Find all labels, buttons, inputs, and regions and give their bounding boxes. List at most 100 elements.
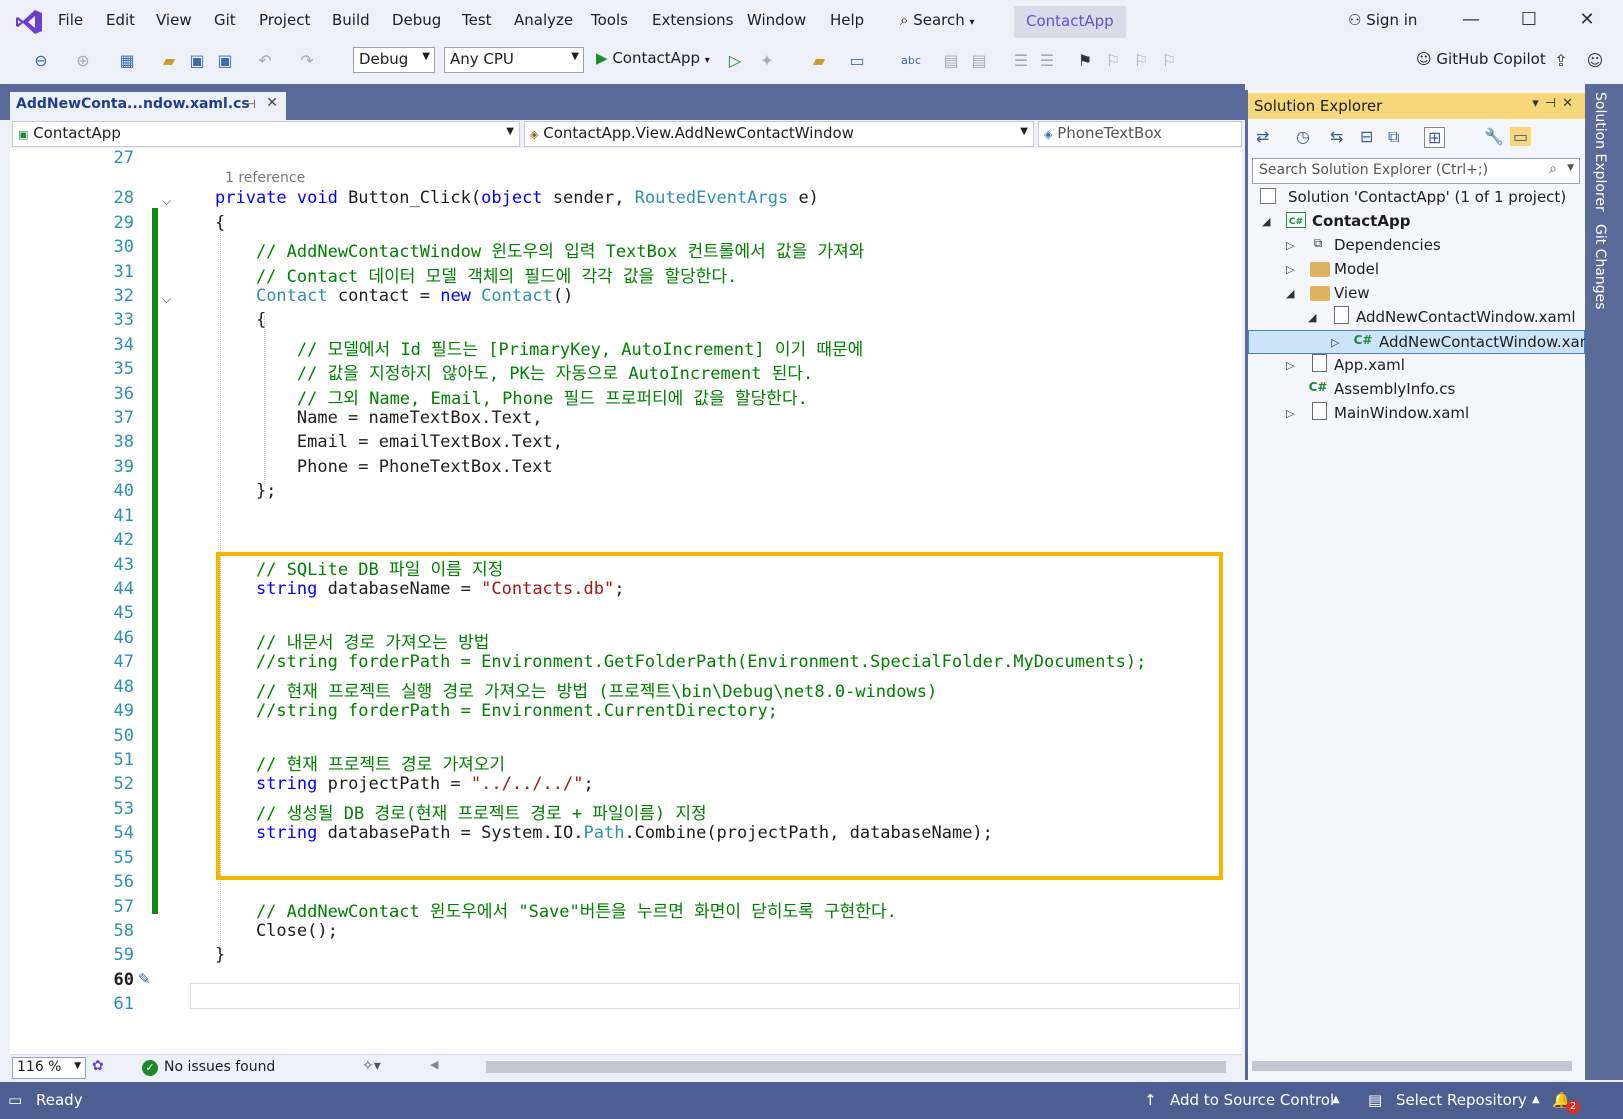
redo-icon[interactable]: ↷ <box>296 50 318 72</box>
show-all-files-icon[interactable]: ⧉ <box>1388 127 1399 147</box>
collapsed-arrow-icon[interactable]: ▷ <box>1286 407 1294 420</box>
menu-test[interactable]: Test <box>462 11 492 29</box>
outdent-icon[interactable]: ☰ <box>1010 50 1032 72</box>
panel-window-buttons[interactable]: ▾⊣✕ <box>1532 96 1579 111</box>
uncomment-icon[interactable]: ▤ <box>968 50 990 72</box>
tree-item-addnewcontactwindow-xaml[interactable]: ◢ AddNewContactWindow.xaml <box>1248 306 1585 330</box>
pending-changes-filter-icon[interactable]: ⊞ <box>1424 127 1446 148</box>
browse-icon[interactable]: ▰ <box>808 50 830 72</box>
code-line-58: Close(); <box>215 921 338 941</box>
code-lens-references[interactable]: 1 reference <box>225 170 305 186</box>
expanded-arrow-icon[interactable]: ◢ <box>1262 215 1270 228</box>
menu-help[interactable]: Help <box>830 11 864 29</box>
tree-item-addnewcontactwindow-xaml-cs[interactable]: ▷ C# AddNewContactWindow.xam <box>1248 330 1594 354</box>
tree-item-mainwindow-xaml[interactable]: ▷ MainWindow.xaml <box>1248 402 1585 426</box>
open-folder-icon[interactable]: ▰ <box>158 50 180 72</box>
navigate-back-icon[interactable]: ⊖ <box>30 50 52 72</box>
preview-selected-icon[interactable]: ▭ <box>1510 127 1532 146</box>
menu-git[interactable]: Git <box>214 11 236 29</box>
minimize-icon[interactable]: — <box>1456 9 1486 30</box>
feedback-icon[interactable]: ☺ <box>1584 50 1606 72</box>
zoom-level-select[interactable]: 116 % ▼ <box>12 1057 86 1079</box>
clear-bookmarks-icon[interactable]: ⚐ <box>1158 50 1180 72</box>
collapsed-arrow-icon[interactable]: ▷ <box>1286 359 1294 372</box>
line-number: 58 <box>113 921 134 941</box>
sign-in-button[interactable]: ⚇ Sign in <box>1348 11 1417 29</box>
undo-icon[interactable]: ↶ <box>254 50 276 72</box>
quick-actions-icon[interactable]: ✎ <box>138 970 151 988</box>
save-icon[interactable]: ▣ <box>186 50 208 72</box>
spell-check-icon[interactable]: abc <box>900 50 922 72</box>
switch-views-icon[interactable]: ⇄ <box>1256 127 1269 146</box>
menu-view[interactable]: View <box>156 11 192 29</box>
menu-tools[interactable]: Tools <box>591 11 628 29</box>
global-search[interactable]: ⌕ Search ▾ <box>900 11 975 29</box>
output-icon[interactable]: ▭ <box>8 1091 22 1109</box>
new-project-icon[interactable]: ▦ <box>116 50 138 72</box>
tab-solution-explorer[interactable]: Solution Explorer <box>1592 92 1608 212</box>
select-repository-button[interactable]: Select Repository <box>1396 1091 1527 1109</box>
tree-item-assemblyinfo-cs[interactable]: C# AssemblyInfo.cs <box>1248 378 1585 402</box>
next-bookmark-icon[interactable]: ⚐ <box>1130 50 1152 72</box>
scroll-left-icon[interactable]: ◀ <box>430 1058 438 1071</box>
tab-addnewcontactwindow-xaml-cs[interactable]: AddNewConta...ndow.xaml.cs ⊣ ✕ <box>10 92 286 120</box>
tree-item-app-xaml[interactable]: ▷ App.xaml <box>1248 354 1585 378</box>
expanded-arrow-icon[interactable]: ◢ <box>1308 311 1316 324</box>
start-without-debugging-icon[interactable]: ▷ <box>724 50 746 72</box>
menu-debug[interactable]: Debug <box>392 11 441 29</box>
collapse-all-icon[interactable]: ⊟ <box>1360 127 1373 146</box>
tree-item-dependencies[interactable]: ▷ ⧉ Dependencies <box>1248 234 1585 258</box>
line-number: 49 <box>113 701 134 721</box>
issues-status[interactable]: No issues found <box>164 1059 275 1075</box>
menu-build[interactable]: Build <box>332 11 370 29</box>
bookmark-icon[interactable]: ⚑ <box>1074 50 1096 72</box>
menu-window[interactable]: Window <box>747 11 806 29</box>
solution-search-input[interactable]: Search Solution Explorer (Ctrl+;) ⌕ ▼ <box>1252 158 1580 184</box>
close-tab-icon[interactable]: ✕ <box>266 95 278 111</box>
tab-git-changes[interactable]: Git Changes <box>1592 224 1608 310</box>
tree-item-view-folder[interactable]: ◢ View <box>1248 282 1585 306</box>
type-nav-dropdown[interactable]: ◈ ContactApp.View.AddNewContactWindow ▼ <box>524 121 1034 147</box>
history-icon[interactable]: ◷ <box>1296 127 1310 146</box>
code-cleanup-icon[interactable]: ✧▾ <box>362 1058 381 1074</box>
tree-item-project[interactable]: ◢ C# ContactApp <box>1248 210 1585 234</box>
visual-studio-logo-icon[interactable] <box>14 8 44 36</box>
hot-reload-icon[interactable]: ✦ <box>756 50 778 72</box>
properties-wrench-icon[interactable]: 🔧 <box>1484 127 1504 146</box>
github-copilot-button[interactable]: ☺ GitHub Copilot <box>1416 50 1546 68</box>
menu-project[interactable]: Project <box>259 11 310 29</box>
collapsed-arrow-icon[interactable]: ▷ <box>1286 263 1294 276</box>
configuration-select[interactable]: Debug ▼ <box>353 47 435 73</box>
sync-icon[interactable]: ⇆ <box>1330 127 1343 146</box>
editor-horizontal-scrollbar[interactable] <box>486 1061 1226 1073</box>
pin-icon[interactable]: ⊣ <box>246 97 256 111</box>
layout-icon[interactable]: ▭ <box>846 50 868 72</box>
platform-select[interactable]: Any CPU ▼ <box>444 47 584 73</box>
add-to-source-control-button[interactable]: Add to Source Control <box>1170 1091 1334 1109</box>
tree-item-solution[interactable]: Solution 'ContactApp' (1 of 1 project) <box>1248 186 1585 210</box>
expanded-arrow-icon[interactable]: ◢ <box>1286 287 1294 300</box>
collapsed-arrow-icon[interactable]: ▷ <box>1286 239 1294 252</box>
maximize-icon[interactable]: ☐ <box>1514 9 1544 30</box>
intellicode-icon[interactable]: ✿ <box>92 1058 104 1074</box>
indent-icon[interactable]: ☰ <box>1036 50 1058 72</box>
prev-bookmark-icon[interactable]: ⚐ <box>1102 50 1124 72</box>
menu-file[interactable]: File <box>58 11 83 29</box>
collapsed-arrow-icon[interactable]: ▷ <box>1331 336 1339 349</box>
share-icon[interactable]: ⇪ <box>1550 50 1572 72</box>
save-all-icon[interactable]: ▣ <box>214 50 236 72</box>
member-nav-dropdown[interactable]: ◈ PhoneTextBox <box>1038 121 1242 147</box>
navigate-forward-icon[interactable]: ⊕ <box>72 50 94 72</box>
start-debugging-button[interactable]: ▶ ContactApp ▾ <box>596 49 710 67</box>
collapse-icon[interactable]: ⌵ <box>162 194 171 209</box>
collapse-icon[interactable]: ⌵ <box>162 292 171 307</box>
code-editor[interactable]: ⌵ ⌵ 1 reference 27 28 29 30 31 32 33 34 … <box>10 148 1242 1054</box>
solution-explorer-horizontal-scrollbar[interactable] <box>1252 1061 1572 1071</box>
comment-icon[interactable]: ▤ <box>940 50 962 72</box>
menu-extensions[interactable]: Extensions <box>652 11 733 29</box>
close-icon[interactable]: ✕ <box>1572 9 1602 30</box>
menu-analyze[interactable]: Analyze <box>514 11 573 29</box>
project-nav-dropdown[interactable]: ▣ ContactApp ▼ <box>12 121 520 147</box>
tree-item-model-folder[interactable]: ▷ Model <box>1248 258 1585 282</box>
menu-edit[interactable]: Edit <box>106 11 135 29</box>
